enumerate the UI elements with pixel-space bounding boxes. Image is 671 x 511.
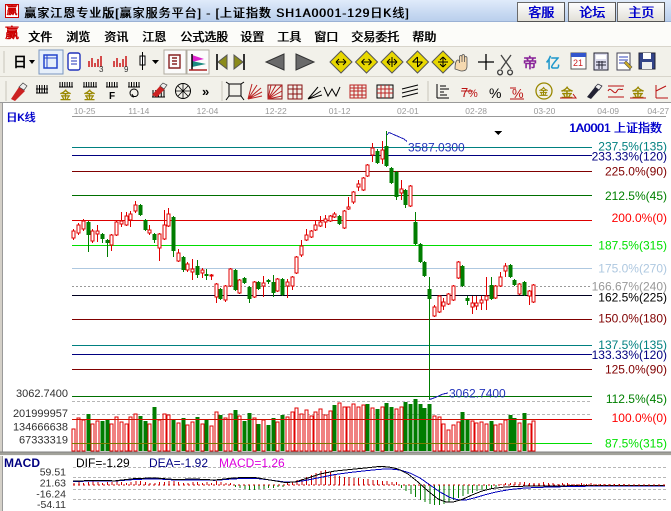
svg-text:200.0%(0): 200.0%(0)	[612, 211, 667, 225]
svg-text:12-04: 12-04	[197, 106, 219, 116]
svg-text:100.0%(0): 100.0%(0)	[612, 411, 667, 425]
svg-text:10-25: 10-25	[74, 106, 96, 116]
svg-text:3587.0300: 3587.0300	[408, 141, 465, 155]
svg-text:%: %	[489, 85, 501, 101]
svg-text:-54.11: -54.11	[37, 499, 66, 511]
svg-text:»: »	[202, 84, 209, 99]
svg-text:233.33%(120): 233.33%(120)	[592, 149, 667, 163]
svg-text:201999957: 201999957	[13, 408, 68, 420]
svg-text:F: F	[109, 91, 115, 102]
svg-text:3: 3	[99, 65, 104, 74]
svg-text:150.0%(180): 150.0%(180)	[598, 312, 667, 326]
svg-text:162.5%(225): 162.5%(225)	[598, 291, 667, 305]
svg-text:04-27: 04-27	[647, 106, 669, 116]
svg-text:175.0%(270): 175.0%(270)	[598, 262, 667, 276]
svg-text:帝: 帝	[523, 55, 537, 71]
svg-text:212.5%(45): 212.5%(45)	[605, 189, 667, 203]
svg-text:67333319: 67333319	[19, 435, 68, 447]
svg-text:11-14: 11-14	[128, 106, 149, 116]
svg-text:02-01: 02-01	[397, 106, 419, 116]
svg-text:金: 金	[83, 88, 96, 102]
svg-text:01-12: 01-12	[329, 106, 351, 116]
svg-text:MACD: MACD	[4, 456, 40, 470]
svg-text:87.5%(315): 87.5%(315)	[605, 437, 667, 451]
svg-text:134666638: 134666638	[13, 422, 68, 434]
svg-text:187.5%(315): 187.5%(315)	[598, 239, 667, 253]
svg-text:金: 金	[538, 86, 549, 97]
svg-text:112.5%(45): 112.5%(45)	[606, 392, 667, 406]
svg-text:12-22: 12-22	[265, 106, 287, 116]
svg-text:03-20: 03-20	[534, 106, 556, 116]
svg-text:日K线: 日K线	[6, 110, 35, 124]
svg-text:125.0%(90): 125.0%(90)	[605, 363, 667, 377]
svg-text:02-28: 02-28	[465, 106, 487, 116]
svg-text:亿: 亿	[546, 55, 560, 71]
svg-text:133.33%(120): 133.33%(120)	[592, 348, 667, 362]
svg-text:日: 日	[13, 54, 27, 70]
svg-text:9: 9	[124, 65, 129, 74]
svg-text:21: 21	[573, 58, 583, 68]
svg-text:04-09: 04-09	[597, 106, 619, 116]
svg-text:%: %	[468, 88, 478, 100]
svg-text:3062.7400: 3062.7400	[16, 388, 68, 400]
svg-text:225.0%(90): 225.0%(90)	[605, 165, 667, 179]
svg-text:1A0001 上证指数: 1A0001 上证指数	[569, 120, 662, 135]
svg-text:3062.7400: 3062.7400	[449, 387, 506, 401]
svg-text:金: 金	[59, 88, 72, 102]
